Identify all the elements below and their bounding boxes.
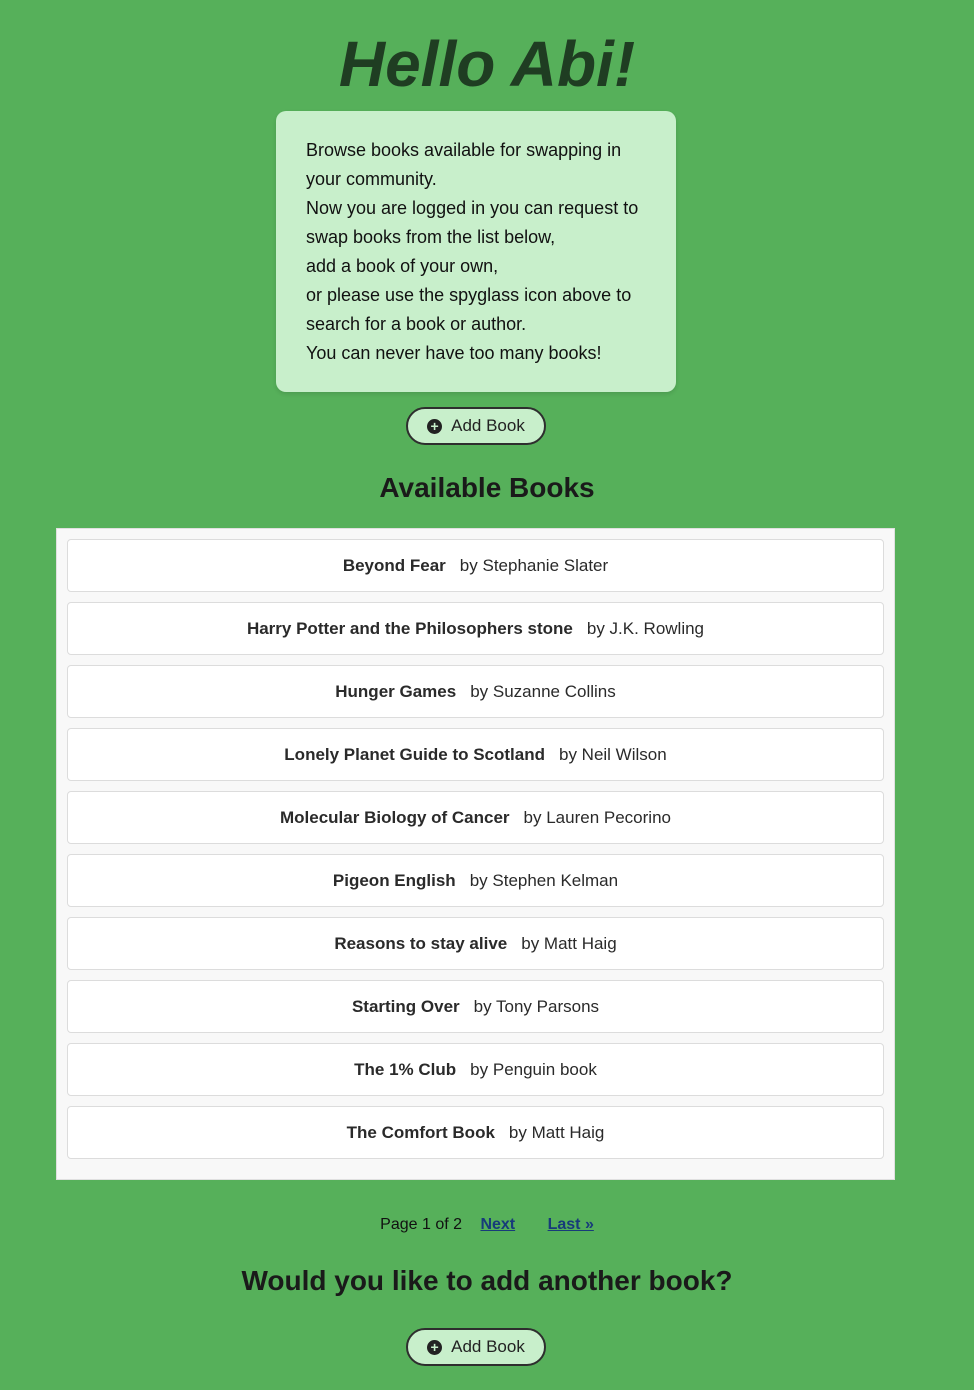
book-title: Reasons to stay alive: [334, 933, 508, 953]
add-book-button[interactable]: + Add Book: [406, 407, 546, 445]
book-author: by Lauren Pecorino: [523, 807, 671, 827]
pagination: Page 1 of 2 Next Last »: [0, 1216, 974, 1234]
book-item[interactable]: The Comfort Book by Matt Haig: [67, 1106, 884, 1159]
intro-line: Now you are logged in you can request to…: [306, 198, 639, 247]
book-item[interactable]: Starting Over by Tony Parsons: [67, 980, 884, 1033]
book-title: Harry Potter and the Philosophers stone: [246, 618, 573, 638]
book-title: Molecular Biology of Cancer: [280, 807, 510, 827]
book-title: Beyond Fear: [342, 555, 446, 575]
books-list: Beyond Fear by Stephanie Slater Harry Po…: [56, 528, 895, 1180]
intro-box: Browse books available for swapping in y…: [276, 111, 676, 392]
book-author: by Penguin book: [470, 1059, 597, 1079]
book-item[interactable]: Pigeon English by Stephen Kelman: [67, 854, 884, 907]
book-author: by Matt Haig: [508, 1122, 605, 1142]
book-author: by Stephen Kelman: [469, 870, 619, 890]
book-author: by Tony Parsons: [473, 996, 600, 1016]
available-books-heading: Available Books: [379, 472, 595, 503]
intro-line: add a book of your own,: [306, 256, 499, 276]
book-title: Starting Over: [351, 996, 460, 1016]
plus-circle-icon: +: [427, 1339, 443, 1355]
book-item[interactable]: Reasons to stay alive by Matt Haig: [67, 917, 884, 970]
book-item[interactable]: Molecular Biology of Cancer by Lauren Pe…: [67, 791, 884, 844]
book-author: by J.K. Rowling: [586, 618, 705, 638]
book-item[interactable]: Harry Potter and the Philosophers stone …: [67, 602, 884, 655]
add-book-button-bottom[interactable]: + Add Book: [406, 1328, 546, 1366]
intro-line: or please use the spyglass icon above to…: [306, 285, 632, 334]
book-author: by Suzanne Collins: [470, 681, 616, 701]
add-another-heading: Would you like to add another book?: [241, 1265, 733, 1296]
page-status: Page 1 of 2: [380, 1216, 462, 1233]
book-title: The Comfort Book: [346, 1122, 495, 1142]
book-item[interactable]: The 1% Club by Penguin book: [67, 1043, 884, 1096]
intro-line: Browse books available for swapping in y…: [306, 140, 622, 189]
plus-circle-icon: +: [427, 418, 443, 434]
add-book-label: Add Book: [451, 416, 525, 435]
add-book-label: Add Book: [451, 1337, 525, 1356]
book-author: by Stephanie Slater: [459, 555, 609, 575]
book-title: The 1% Club: [354, 1059, 457, 1079]
greeting-heading: Hello Abi!: [338, 28, 636, 100]
book-title: Pigeon English: [332, 870, 456, 890]
intro-line: You can never have too many books!: [306, 343, 602, 363]
book-title: Lonely Planet Guide to Scotland: [284, 744, 545, 764]
book-title: Hunger Games: [335, 681, 457, 701]
next-page-link[interactable]: Next: [480, 1216, 515, 1233]
book-item[interactable]: Hunger Games by Suzanne Collins: [67, 665, 884, 718]
book-item[interactable]: Beyond Fear by Stephanie Slater: [67, 539, 884, 592]
last-page-link[interactable]: Last »: [548, 1216, 594, 1233]
book-author: by Matt Haig: [521, 933, 617, 953]
book-item[interactable]: Lonely Planet Guide to Scotland by Neil …: [67, 728, 884, 781]
book-author: by Neil Wilson: [559, 744, 667, 764]
